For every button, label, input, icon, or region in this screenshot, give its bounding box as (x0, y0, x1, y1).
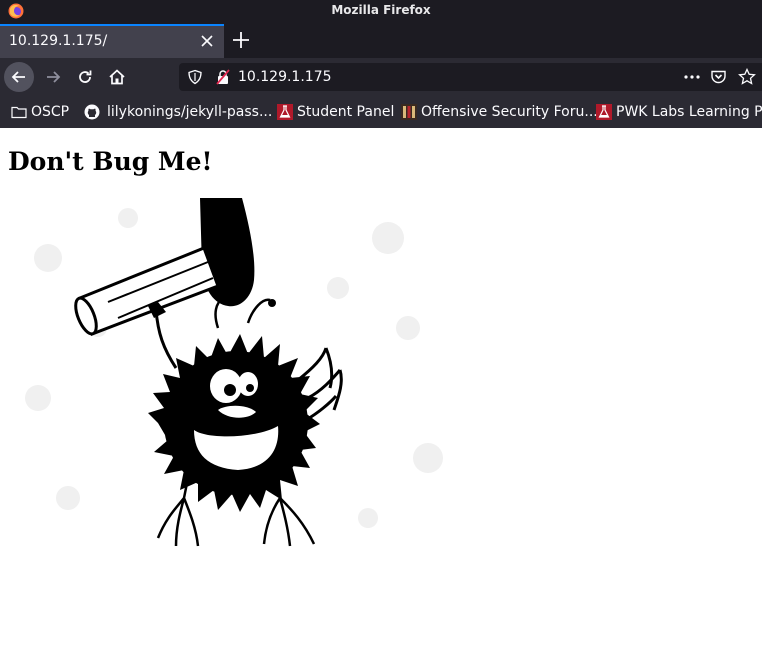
home-icon (109, 69, 125, 85)
back-button[interactable] (4, 62, 34, 92)
navigation-toolbar: 10.129.1.175 (0, 58, 762, 96)
bookmark-label: PWK Labs Learning Pa (616, 104, 762, 120)
tab-strip: 10.129.1.175/ (0, 22, 762, 58)
pocket-icon[interactable] (710, 69, 727, 85)
flask-icon (277, 104, 293, 120)
bookmark-label: OSCP (31, 104, 70, 120)
window-titlebar: Mozilla Firefox (0, 0, 762, 22)
insecure-lock-icon[interactable] (215, 69, 231, 85)
bookmark-label: Student Panel (297, 104, 395, 120)
reload-icon (79, 70, 92, 83)
tab-active[interactable]: 10.129.1.175/ (0, 24, 224, 58)
github-icon (84, 104, 100, 120)
folder-icon (11, 106, 27, 119)
home-button[interactable] (102, 62, 132, 92)
forward-button[interactable] (38, 62, 68, 92)
bookmark-label: Offensive Security Foru... (421, 104, 598, 120)
url-text[interactable]: 10.129.1.175 (238, 63, 332, 91)
address-bar[interactable]: 10.129.1.175 (179, 63, 762, 91)
new-tab-plus-icon[interactable] (230, 29, 252, 51)
page-actions-more-icon[interactable] (683, 69, 701, 85)
reload-button[interactable] (70, 62, 100, 92)
page-content: Don't Bug Me! (0, 128, 762, 647)
back-arrow-icon (11, 71, 25, 83)
window-title: Mozilla Firefox (331, 3, 431, 17)
bookmark-label: lilykonings/jekyll-pass... (107, 104, 273, 120)
tab-title: 10.129.1.175/ (9, 33, 108, 49)
page-heading: Don't Bug Me! (8, 147, 213, 176)
close-tab-icon[interactable] (198, 32, 216, 50)
bookmarks-toolbar: OSCP lilykonings/jekyll-pass... Student … (0, 96, 762, 128)
bookmark-star-icon[interactable] (738, 68, 756, 86)
bug-under-hammer-illustration (8, 198, 458, 548)
forward-arrow-icon (47, 71, 61, 83)
tracking-protection-shield-icon[interactable] (187, 69, 203, 85)
forum-icon (401, 104, 417, 120)
flask-icon (596, 104, 612, 120)
